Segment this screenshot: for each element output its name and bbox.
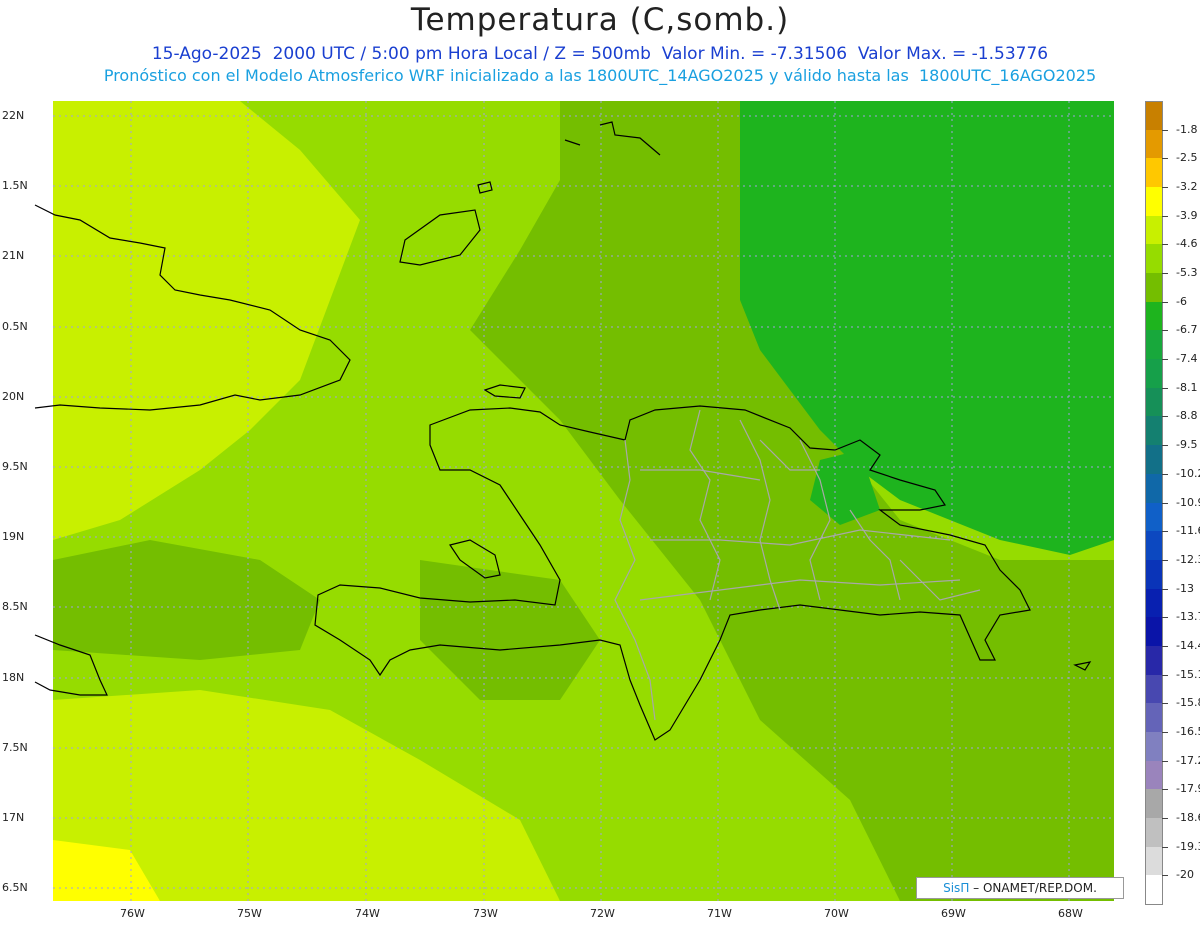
colorbar-label: -11.6	[1176, 524, 1200, 538]
lat-label: 21N	[2, 249, 25, 262]
colorbar-tick	[1162, 875, 1168, 877]
colorbar-label: -2.5	[1176, 151, 1198, 165]
colorbar-tick	[1162, 215, 1168, 217]
lat-label: 22N	[2, 109, 25, 122]
colorbar-label: -10.2	[1176, 466, 1200, 480]
colorbar-tick	[1162, 502, 1168, 504]
colorbar-tick	[1162, 674, 1168, 676]
colorbar-tick	[1162, 645, 1168, 647]
colorbar-label: -17.2	[1176, 753, 1200, 767]
lat-label: 17N	[2, 811, 25, 824]
colorbar-label: -19.3	[1176, 839, 1200, 853]
colorbar-tick	[1162, 588, 1168, 590]
colorbar-label: -18.6	[1176, 810, 1200, 824]
temperature-map	[34, 101, 1114, 901]
colorbar-tick	[1162, 359, 1168, 361]
lon-label: 68W	[1058, 907, 1083, 920]
colorbar-tick	[1162, 445, 1168, 447]
colorbar-label: -3.2	[1176, 180, 1198, 194]
colorbar-tick	[1162, 158, 1168, 160]
lat-label: 1.5N	[2, 179, 28, 192]
colorbar-tick	[1162, 187, 1168, 189]
colorbar-label: -1.8	[1176, 122, 1198, 136]
colorbar-tick	[1162, 473, 1168, 475]
colorbar-tick	[1162, 129, 1168, 131]
colorbar-tick	[1162, 846, 1168, 848]
lat-label: 8.5N	[2, 600, 28, 613]
colorbar-tick	[1162, 330, 1168, 332]
colorbar-tick	[1162, 789, 1168, 791]
colorbar-label: -6.7	[1176, 323, 1198, 337]
colorbar-label: -20	[1176, 868, 1194, 882]
lon-label: 76W	[120, 907, 145, 920]
lat-label: 20N	[2, 390, 25, 403]
colorbar-tick	[1162, 273, 1168, 275]
colorbar-label: -14.4	[1176, 638, 1200, 652]
temperature-field	[53, 101, 1114, 901]
lon-label: 73W	[473, 907, 498, 920]
colorbar-tick	[1162, 244, 1168, 246]
lon-label: 72W	[590, 907, 615, 920]
colorbar-label: -13	[1176, 581, 1194, 595]
colorbar-tick	[1162, 760, 1168, 762]
colorbar-tick	[1162, 731, 1168, 733]
lon-label: 71W	[707, 907, 732, 920]
colorbar-tick	[1162, 703, 1168, 705]
colorbar-label: -17.9	[1176, 782, 1200, 796]
sispi-logo: SisΠ	[943, 881, 970, 895]
lon-label: 74W	[355, 907, 380, 920]
colorbar-tick	[1162, 617, 1168, 619]
colorbar-label: -10.9	[1176, 495, 1200, 509]
colorbar-label: -5.3	[1176, 266, 1198, 280]
lat-label: 0.5N	[2, 320, 28, 333]
credit-text: – ONAMET/REP.DOM.	[973, 881, 1097, 895]
colorbar-label: -15.8	[1176, 696, 1200, 710]
colorbar-tick	[1162, 416, 1168, 418]
colorbar-tick	[1162, 817, 1168, 819]
colorbar-tick	[1162, 387, 1168, 389]
colorbar-label: -3.9	[1176, 208, 1198, 222]
colorbar-frame	[1145, 101, 1163, 905]
colorbar-label: -15.1	[1176, 667, 1200, 681]
credit-box: SisΠ – ONAMET/REP.DOM.	[916, 877, 1124, 899]
colorbar-label: -12.3	[1176, 552, 1200, 566]
lon-label: 70W	[824, 907, 849, 920]
colorbar-tick	[1162, 301, 1168, 303]
colorbar-label: -9.5	[1176, 438, 1198, 452]
colorbar-label: -6	[1176, 294, 1187, 308]
colorbar-label: -4.6	[1176, 237, 1198, 251]
lon-label: 69W	[941, 907, 966, 920]
lat-label: 19N	[2, 530, 25, 543]
colorbar-tick	[1162, 531, 1168, 533]
colorbar-label: -16.5	[1176, 724, 1200, 738]
colorbar-label: -8.1	[1176, 380, 1198, 394]
lat-label: 18N	[2, 671, 25, 684]
lat-label: 6.5N	[2, 881, 28, 894]
lon-label: 75W	[237, 907, 262, 920]
colorbar-tick	[1162, 559, 1168, 561]
colorbar-label: -7.4	[1176, 352, 1198, 366]
lat-label: 7.5N	[2, 741, 28, 754]
lat-label: 9.5N	[2, 460, 28, 473]
colorbar-label: -13.7	[1176, 610, 1200, 624]
colorbar-label: -8.8	[1176, 409, 1198, 423]
